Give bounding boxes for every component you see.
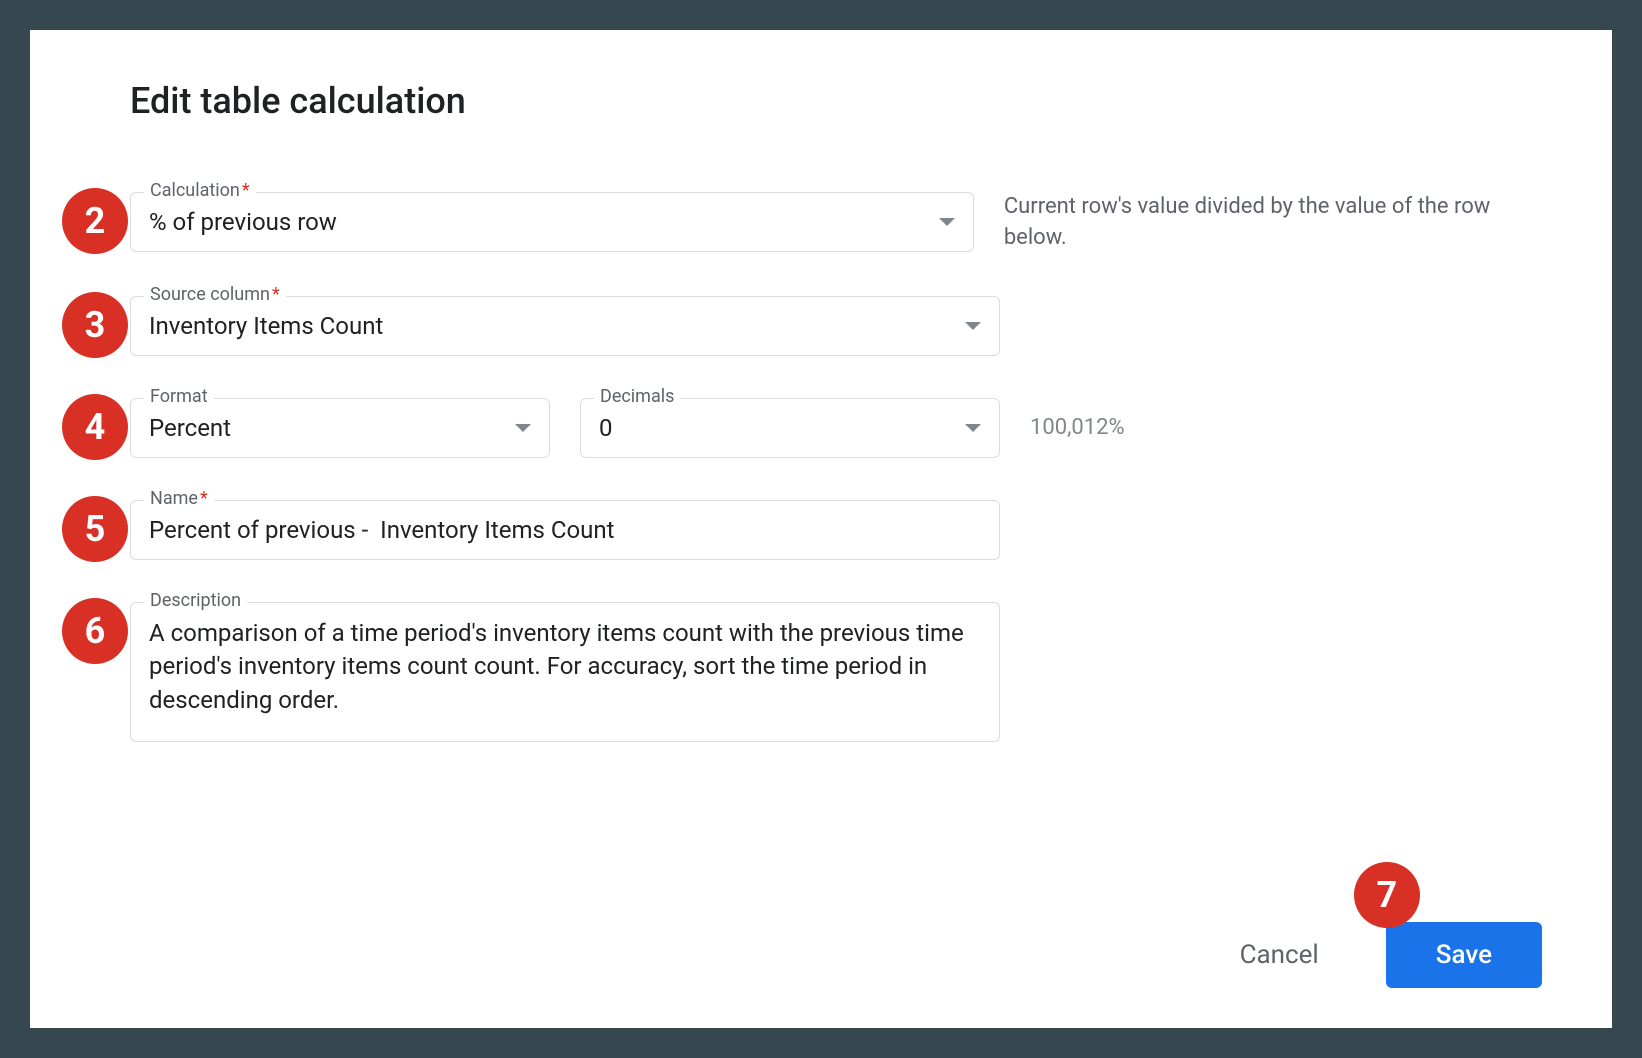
format-row: 4 Format Percent Decimals 0 100,012%: [130, 398, 1542, 458]
name-field[interactable]: Name*: [130, 500, 1000, 560]
format-sample: 100,012%: [1030, 415, 1125, 440]
calculation-value: % of previous row: [149, 208, 927, 236]
format-field[interactable]: Format Percent: [130, 398, 550, 458]
dialog-title: Edit table calculation: [130, 80, 1542, 122]
chevron-down-icon: [515, 424, 531, 432]
format-label: Format: [144, 386, 214, 407]
chevron-down-icon: [939, 218, 955, 226]
annotation-badge-2: 2: [62, 188, 128, 254]
dialog-footer: Cancel 7 Save: [1228, 922, 1542, 988]
calculation-field[interactable]: Calculation* % of previous row: [130, 192, 974, 252]
calculation-help: Current row's value divided by the value…: [1004, 192, 1542, 254]
description-label: Description: [144, 590, 247, 611]
annotation-badge-6: 6: [62, 598, 128, 664]
name-input[interactable]: [149, 516, 981, 544]
description-input[interactable]: [149, 617, 981, 727]
decimals-value: 0: [599, 414, 953, 442]
save-button[interactable]: Save: [1386, 922, 1542, 988]
chevron-down-icon: [965, 322, 981, 330]
chevron-down-icon: [965, 424, 981, 432]
description-field[interactable]: Description: [130, 602, 1000, 742]
cancel-button[interactable]: Cancel: [1228, 932, 1331, 978]
annotation-badge-4: 4: [62, 394, 128, 460]
name-row: 5 Name*: [130, 500, 1542, 560]
source-row: 3 Source column* Inventory Items Count: [130, 296, 1542, 356]
source-field[interactable]: Source column* Inventory Items Count: [130, 296, 1000, 356]
calculation-row: 2 Calculation* % of previous row Current…: [130, 192, 1542, 254]
annotation-badge-7: 7: [1354, 862, 1420, 928]
edit-calculation-dialog: Edit table calculation 2 Calculation* % …: [30, 30, 1612, 1028]
source-label: Source column*: [144, 284, 286, 305]
name-label: Name*: [144, 488, 214, 509]
decimals-label: Decimals: [594, 386, 680, 407]
description-row: 6 Description: [130, 602, 1542, 742]
annotation-badge-3: 3: [62, 292, 128, 358]
format-value: Percent: [149, 414, 503, 442]
calculation-label: Calculation*: [144, 180, 256, 201]
decimals-field[interactable]: Decimals 0: [580, 398, 1000, 458]
annotation-badge-5: 5: [62, 496, 128, 562]
source-value: Inventory Items Count: [149, 312, 953, 340]
